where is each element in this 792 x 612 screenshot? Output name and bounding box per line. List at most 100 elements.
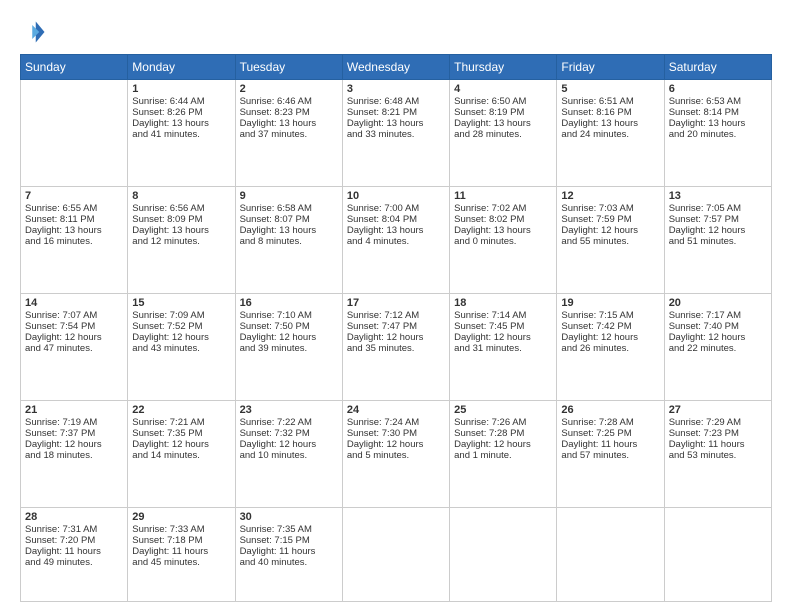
day-info-line: Daylight: 12 hours: [132, 332, 230, 343]
day-number: 19: [561, 297, 659, 309]
day-info-line: Sunrise: 7:26 AM: [454, 417, 552, 428]
day-info-line: and 39 minutes.: [240, 343, 338, 354]
calendar-cell: 10Sunrise: 7:00 AMSunset: 8:04 PMDayligh…: [342, 187, 449, 294]
day-info-line: Daylight: 13 hours: [347, 118, 445, 129]
day-info-line: Sunrise: 7:14 AM: [454, 310, 552, 321]
day-info-line: Sunrise: 7:21 AM: [132, 417, 230, 428]
day-info-line: and 28 minutes.: [454, 129, 552, 140]
day-info-line: Daylight: 13 hours: [240, 118, 338, 129]
weekday-header-tuesday: Tuesday: [235, 55, 342, 80]
day-info-line: and 41 minutes.: [132, 129, 230, 140]
day-info-line: and 55 minutes.: [561, 236, 659, 247]
day-info-line: Sunrise: 6:46 AM: [240, 96, 338, 107]
weekday-header-friday: Friday: [557, 55, 664, 80]
calendar-cell: [557, 508, 664, 602]
day-info-line: Sunset: 7:45 PM: [454, 321, 552, 332]
day-number: 27: [669, 404, 767, 416]
day-info-line: Sunrise: 6:44 AM: [132, 96, 230, 107]
weekday-header-saturday: Saturday: [664, 55, 771, 80]
page: SundayMondayTuesdayWednesdayThursdayFrid…: [0, 0, 792, 612]
day-info-line: and 57 minutes.: [561, 450, 659, 461]
day-info-line: Sunrise: 6:51 AM: [561, 96, 659, 107]
calendar-cell: 26Sunrise: 7:28 AMSunset: 7:25 PMDayligh…: [557, 401, 664, 508]
weekday-header-monday: Monday: [128, 55, 235, 80]
day-info-line: Sunset: 8:16 PM: [561, 107, 659, 118]
day-number: 14: [25, 297, 123, 309]
weekday-header-wednesday: Wednesday: [342, 55, 449, 80]
calendar-cell: 20Sunrise: 7:17 AMSunset: 7:40 PMDayligh…: [664, 294, 771, 401]
day-number: 15: [132, 297, 230, 309]
day-info-line: and 47 minutes.: [25, 343, 123, 354]
calendar-cell: 23Sunrise: 7:22 AMSunset: 7:32 PMDayligh…: [235, 401, 342, 508]
day-info-line: Sunset: 7:47 PM: [347, 321, 445, 332]
day-info-line: and 45 minutes.: [132, 557, 230, 568]
calendar-cell: 4Sunrise: 6:50 AMSunset: 8:19 PMDaylight…: [450, 80, 557, 187]
day-info-line: Sunset: 7:25 PM: [561, 428, 659, 439]
day-number: 30: [240, 511, 338, 523]
logo: [20, 18, 52, 46]
day-number: 29: [132, 511, 230, 523]
day-info-line: and 16 minutes.: [25, 236, 123, 247]
day-info-line: Sunset: 7:50 PM: [240, 321, 338, 332]
day-info-line: Sunset: 8:02 PM: [454, 214, 552, 225]
calendar-cell: 2Sunrise: 6:46 AMSunset: 8:23 PMDaylight…: [235, 80, 342, 187]
day-info-line: Sunset: 7:59 PM: [561, 214, 659, 225]
day-info-line: Daylight: 13 hours: [132, 118, 230, 129]
calendar-cell: 11Sunrise: 7:02 AMSunset: 8:02 PMDayligh…: [450, 187, 557, 294]
day-info-line: Sunrise: 7:19 AM: [25, 417, 123, 428]
day-info-line: Sunrise: 7:03 AM: [561, 203, 659, 214]
day-info-line: Sunrise: 7:22 AM: [240, 417, 338, 428]
day-info-line: Daylight: 12 hours: [132, 439, 230, 450]
logo-icon: [20, 18, 48, 46]
day-info-line: and 35 minutes.: [347, 343, 445, 354]
day-info-line: Daylight: 12 hours: [25, 439, 123, 450]
day-info-line: Daylight: 12 hours: [240, 332, 338, 343]
day-info-line: Sunrise: 7:24 AM: [347, 417, 445, 428]
day-info-line: and 8 minutes.: [240, 236, 338, 247]
day-info-line: Sunset: 7:35 PM: [132, 428, 230, 439]
day-info-line: Sunrise: 7:35 AM: [240, 524, 338, 535]
calendar-cell: [342, 508, 449, 602]
day-info-line: Sunrise: 6:55 AM: [25, 203, 123, 214]
day-info-line: Sunrise: 6:56 AM: [132, 203, 230, 214]
day-info-line: Sunrise: 7:00 AM: [347, 203, 445, 214]
day-info-line: Daylight: 13 hours: [347, 225, 445, 236]
day-info-line: and 22 minutes.: [669, 343, 767, 354]
calendar-cell: 15Sunrise: 7:09 AMSunset: 7:52 PMDayligh…: [128, 294, 235, 401]
day-info-line: Sunrise: 7:12 AM: [347, 310, 445, 321]
calendar-cell: 17Sunrise: 7:12 AMSunset: 7:47 PMDayligh…: [342, 294, 449, 401]
calendar-table: SundayMondayTuesdayWednesdayThursdayFrid…: [20, 54, 772, 602]
day-info-line: and 49 minutes.: [25, 557, 123, 568]
calendar-cell: 13Sunrise: 7:05 AMSunset: 7:57 PMDayligh…: [664, 187, 771, 294]
calendar-cell: [450, 508, 557, 602]
day-number: 25: [454, 404, 552, 416]
day-info-line: and 24 minutes.: [561, 129, 659, 140]
day-info-line: Sunset: 8:19 PM: [454, 107, 552, 118]
day-info-line: and 18 minutes.: [25, 450, 123, 461]
calendar-cell: 30Sunrise: 7:35 AMSunset: 7:15 PMDayligh…: [235, 508, 342, 602]
day-info-line: Daylight: 13 hours: [454, 225, 552, 236]
day-number: 24: [347, 404, 445, 416]
calendar-cell: 21Sunrise: 7:19 AMSunset: 7:37 PMDayligh…: [21, 401, 128, 508]
day-info-line: and 10 minutes.: [240, 450, 338, 461]
calendar-cell: 28Sunrise: 7:31 AMSunset: 7:20 PMDayligh…: [21, 508, 128, 602]
day-info-line: and 51 minutes.: [669, 236, 767, 247]
day-number: 11: [454, 190, 552, 202]
day-number: 3: [347, 83, 445, 95]
day-info-line: Sunset: 7:57 PM: [669, 214, 767, 225]
day-info-line: Sunrise: 6:50 AM: [454, 96, 552, 107]
day-info-line: Sunset: 7:15 PM: [240, 535, 338, 546]
day-number: 13: [669, 190, 767, 202]
day-info-line: Sunrise: 7:05 AM: [669, 203, 767, 214]
day-info-line: Sunrise: 7:07 AM: [25, 310, 123, 321]
day-info-line: Sunrise: 7:15 AM: [561, 310, 659, 321]
day-info-line: Sunset: 8:09 PM: [132, 214, 230, 225]
day-number: 9: [240, 190, 338, 202]
day-info-line: and 33 minutes.: [347, 129, 445, 140]
day-info-line: Daylight: 11 hours: [669, 439, 767, 450]
day-info-line: Sunset: 7:40 PM: [669, 321, 767, 332]
day-info-line: Sunset: 8:23 PM: [240, 107, 338, 118]
day-number: 20: [669, 297, 767, 309]
day-info-line: Sunset: 7:28 PM: [454, 428, 552, 439]
calendar-cell: 12Sunrise: 7:03 AMSunset: 7:59 PMDayligh…: [557, 187, 664, 294]
